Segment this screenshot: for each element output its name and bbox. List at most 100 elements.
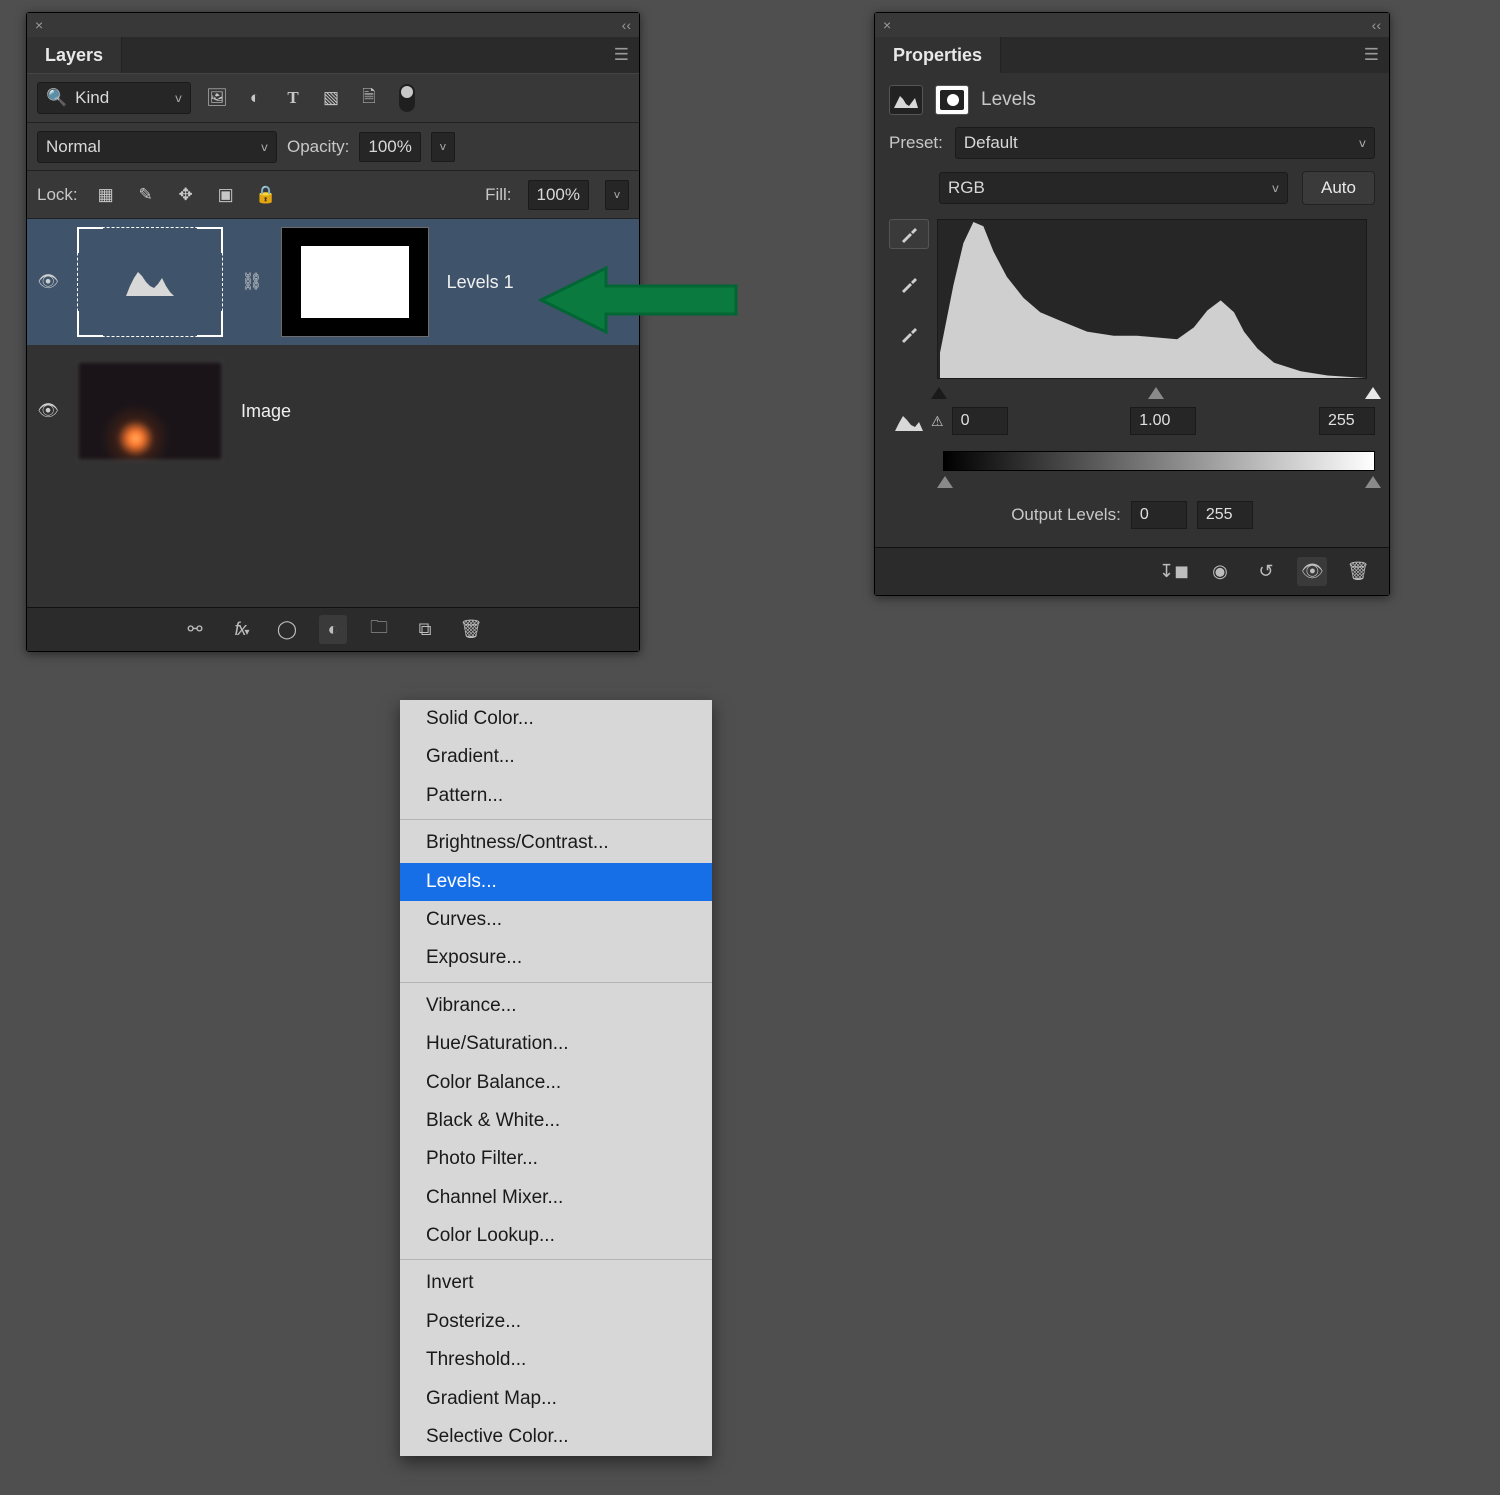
add-mask-icon[interactable]: ◯ [273, 619, 301, 640]
annotation-arrow [536, 260, 746, 340]
visibility-icon[interactable]: 👁 [37, 401, 59, 421]
toggle-visibility-icon[interactable]: 👁 [1297, 557, 1327, 586]
eyedropper-column [889, 219, 929, 397]
menu-item[interactable]: Selective Color... [400, 1418, 712, 1456]
menu-item[interactable]: Hue/Saturation... [400, 1025, 712, 1063]
menu-item[interactable]: Gradient... [400, 738, 712, 776]
opacity-input[interactable]: 100% [359, 132, 420, 162]
fill-label: Fill: [485, 185, 511, 205]
menu-item[interactable]: Threshold... [400, 1341, 712, 1379]
layers-filter-row: 🔍 Kind ⅴ 🖼 ◐ T ▧ 🗎 [27, 73, 639, 123]
panel-menu-icon[interactable]: ☰ [1364, 45, 1379, 65]
channel-dropdown[interactable]: RGB ⅴ [939, 172, 1288, 204]
menu-item[interactable]: Brightness/Contrast... [400, 824, 712, 862]
filter-shape-icon[interactable]: ▧ [319, 88, 343, 108]
input-white-value[interactable]: 255 [1319, 407, 1375, 435]
layers-panel-footer: ⚯ fx▾ ◯ ◐ 🗀 ⧉ 🗑 [27, 607, 639, 651]
output-slider-track[interactable] [943, 471, 1375, 487]
filter-kind-dropdown[interactable]: 🔍 Kind ⅴ [37, 82, 191, 114]
new-group-icon[interactable]: 🗀 [365, 615, 393, 645]
eyedropper-gray-icon[interactable] [889, 269, 929, 299]
reset-icon[interactable]: ↺ [1251, 561, 1281, 582]
filter-type-icon[interactable]: T [281, 88, 305, 108]
input-black-value[interactable]: 0 [952, 407, 1008, 435]
output-black-slider[interactable] [937, 476, 953, 488]
auto-button[interactable]: Auto [1302, 171, 1375, 205]
menu-item[interactable]: Vibrance... [400, 987, 712, 1025]
input-gamma-value[interactable]: 1.00 [1130, 407, 1196, 435]
input-white-slider[interactable] [1365, 387, 1381, 399]
chevron-down-icon: ⅴ [1272, 181, 1279, 195]
adjustment-thumbnail[interactable] [77, 227, 223, 337]
input-gamma-slider[interactable] [1148, 387, 1164, 399]
clip-to-layer-icon[interactable]: ↧◼ [1159, 561, 1189, 582]
visibility-icon[interactable]: 👁 [37, 272, 59, 292]
menu-item[interactable]: Photo Filter... [400, 1140, 712, 1178]
output-white-value[interactable]: 255 [1197, 501, 1253, 529]
menu-item[interactable]: Invert [400, 1264, 712, 1302]
menu-item[interactable]: Color Lookup... [400, 1217, 712, 1255]
input-black-slider[interactable] [931, 387, 947, 399]
collapse-icon[interactable]: ‹‹ [622, 17, 631, 33]
filter-pixel-icon[interactable]: 🖼 [205, 88, 229, 108]
new-layer-icon[interactable]: ⧉ [411, 619, 439, 640]
close-icon[interactable]: × [35, 17, 49, 31]
lock-transparency-icon[interactable]: ▦ [94, 185, 118, 205]
preset-label: Preset: [889, 133, 943, 153]
eyedropper-black-icon[interactable] [889, 219, 929, 249]
adjustment-name: Levels [981, 89, 1036, 111]
layer-row-image[interactable]: 👁 Image [27, 345, 639, 477]
histogram-chart[interactable] [937, 219, 1367, 379]
collapse-icon[interactable]: ‹‹ [1372, 17, 1381, 33]
menu-item[interactable]: Black & White... [400, 1102, 712, 1140]
delete-layer-icon[interactable]: 🗑 [457, 619, 485, 640]
link-icon[interactable]: ⛓ [241, 272, 263, 292]
layer-mask-thumbnail[interactable] [281, 227, 429, 337]
lock-pixels-icon[interactable]: ✎ [134, 185, 158, 205]
menu-item[interactable]: Color Balance... [400, 1064, 712, 1102]
blend-opacity-row: Normal ⅴ Opacity: 100% ⅴ [27, 123, 639, 171]
adjustment-type-icon [889, 85, 923, 115]
menu-item[interactable]: Gradient Map... [400, 1380, 712, 1418]
filter-toggle[interactable] [399, 84, 415, 112]
opacity-slider-toggle[interactable]: ⅴ [431, 132, 455, 162]
lock-artboard-icon[interactable]: ▣ [214, 185, 238, 205]
image-thumbnail[interactable] [77, 361, 223, 461]
properties-panel-titlebar[interactable]: × ‹‹ [875, 13, 1389, 37]
filter-smart-icon[interactable]: 🗎 [357, 84, 381, 113]
menu-item[interactable]: Posterize... [400, 1303, 712, 1341]
link-layers-icon[interactable]: ⚯ [181, 619, 209, 640]
menu-item[interactable]: Exposure... [400, 939, 712, 977]
layer-name[interactable]: Levels 1 [447, 272, 514, 293]
fill-input[interactable]: 100% [528, 180, 589, 210]
input-slider-track[interactable] [937, 379, 1375, 397]
layers-panel-titlebar[interactable]: × ‹‹ [27, 13, 639, 37]
close-icon[interactable]: × [883, 17, 897, 31]
new-adjustment-menu[interactable]: Solid Color...Gradient...Pattern... Brigh… [400, 700, 712, 1456]
menu-item[interactable]: Channel Mixer... [400, 1179, 712, 1217]
preset-dropdown[interactable]: Default ⅴ [955, 127, 1375, 159]
eyedropper-white-icon[interactable] [889, 319, 929, 349]
panel-menu-icon[interactable]: ☰ [614, 45, 629, 65]
new-adjustment-icon[interactable]: ◐ [319, 615, 347, 644]
delete-adjustment-icon[interactable]: 🗑 [1343, 561, 1373, 582]
menu-item[interactable]: Pattern... [400, 777, 712, 815]
lock-position-icon[interactable]: ✥ [174, 185, 198, 205]
lock-all-icon[interactable]: 🔒 [254, 185, 278, 205]
tab-layers[interactable]: Layers [27, 37, 122, 73]
layer-name[interactable]: Image [241, 401, 291, 422]
menu-item[interactable]: Curves... [400, 901, 712, 939]
mask-tab-icon[interactable] [935, 85, 969, 115]
levels-histogram-icon [126, 268, 174, 296]
levels-icon [895, 411, 923, 431]
tab-properties[interactable]: Properties [875, 37, 1001, 73]
menu-item[interactable]: Levels... [400, 863, 712, 901]
output-white-slider[interactable] [1365, 476, 1381, 488]
layer-fx-icon[interactable]: fx▾ [227, 619, 255, 640]
view-previous-icon[interactable]: ◉ [1205, 561, 1235, 582]
blend-mode-dropdown[interactable]: Normal ⅴ [37, 131, 277, 163]
fill-slider-toggle[interactable]: ⅴ [605, 180, 629, 210]
filter-adjustment-icon[interactable]: ◐ [243, 88, 267, 108]
menu-item[interactable]: Solid Color... [400, 700, 712, 738]
output-black-value[interactable]: 0 [1131, 501, 1187, 529]
